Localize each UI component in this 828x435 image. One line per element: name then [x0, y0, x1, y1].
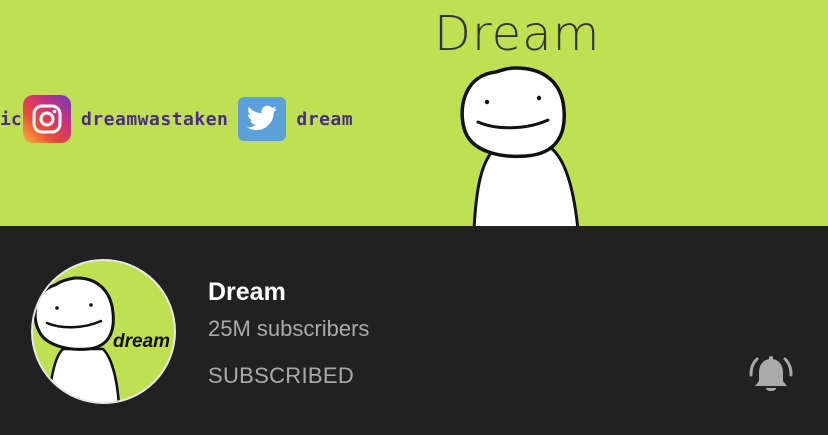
channel-banner: Dream ic dreamwastaken dream	[0, 0, 828, 226]
instagram-icon	[23, 95, 71, 143]
avatar-label: dream	[113, 331, 171, 352]
banner-social-links: ic dreamwastaken dream	[0, 94, 353, 144]
subscribed-button[interactable]: SUBSCRIBED	[208, 363, 354, 389]
social-prefix-text: ic	[0, 108, 22, 130]
twitter-icon	[238, 97, 287, 141]
channel-avatar[interactable]: dream	[31, 259, 176, 404]
bell-ringing-icon[interactable]	[749, 353, 793, 397]
channel-name: Dream	[208, 278, 286, 306]
subscriber-count: 25M subscribers	[208, 316, 370, 341]
instagram-handle: dreamwastaken	[81, 108, 229, 130]
dream-mascot-illustration	[460, 66, 580, 226]
twitter-handle: dream	[296, 108, 354, 130]
banner-title: Dream	[434, 6, 601, 62]
